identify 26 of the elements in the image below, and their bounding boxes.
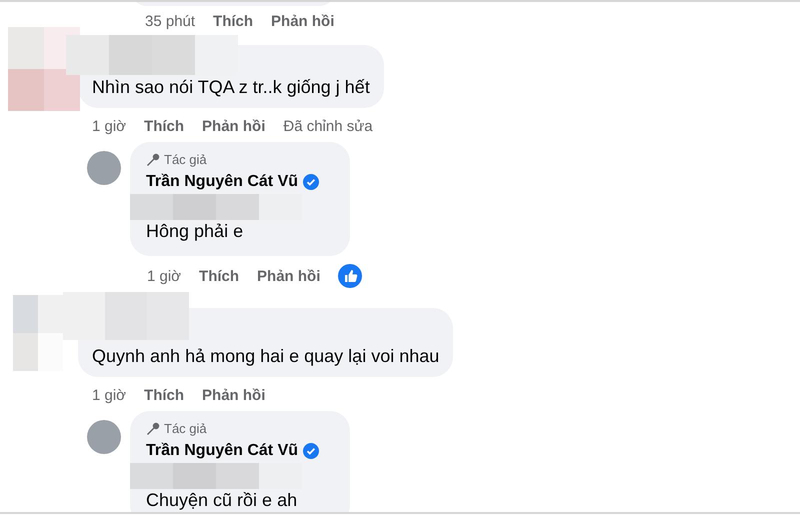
reply-link[interactable]: Phản hồi <box>271 12 334 30</box>
author-name[interactable]: Trần Nguyên Cát Vũ <box>146 173 298 191</box>
like-link[interactable]: Thích <box>144 118 184 134</box>
microphone-icon <box>146 152 160 166</box>
author-label: Tác giả <box>164 421 207 436</box>
comment-text: Chuyện cũ rồi e ah <box>146 490 298 511</box>
like-link[interactable]: Thích <box>213 12 254 30</box>
comment-text: Quynh anh hả mong hai e quay lại voi nhau <box>92 346 440 367</box>
comment-time[interactable]: 1 giờ <box>92 386 126 404</box>
reply-link[interactable]: Phản hồi <box>257 268 320 284</box>
comment-text: Nhìn sao nói TQA z tr..k giống j hết <box>92 77 370 98</box>
avatar[interactable] <box>87 151 121 185</box>
reply-link[interactable]: Phản hồi <box>202 118 266 134</box>
like-link[interactable]: Thích <box>199 268 240 284</box>
comment-text: Hông phải e <box>146 221 244 242</box>
author-label: Tác giả <box>164 152 207 167</box>
comment-time[interactable]: 1 giờ <box>92 118 126 134</box>
edited-label: Đã chỉnh sửa <box>283 118 373 134</box>
microphone-icon <box>146 422 160 436</box>
reply-link[interactable]: Phản hồi <box>202 386 266 404</box>
avatar[interactable] <box>87 420 121 454</box>
author-name[interactable]: Trần Nguyên Cát Vũ <box>146 442 298 460</box>
like-link[interactable]: Thích <box>144 386 184 404</box>
comment-time[interactable]: 35 phút <box>145 12 196 30</box>
comment-time[interactable]: 1 giờ <box>147 268 182 284</box>
like-reaction-icon[interactable] <box>338 264 362 288</box>
